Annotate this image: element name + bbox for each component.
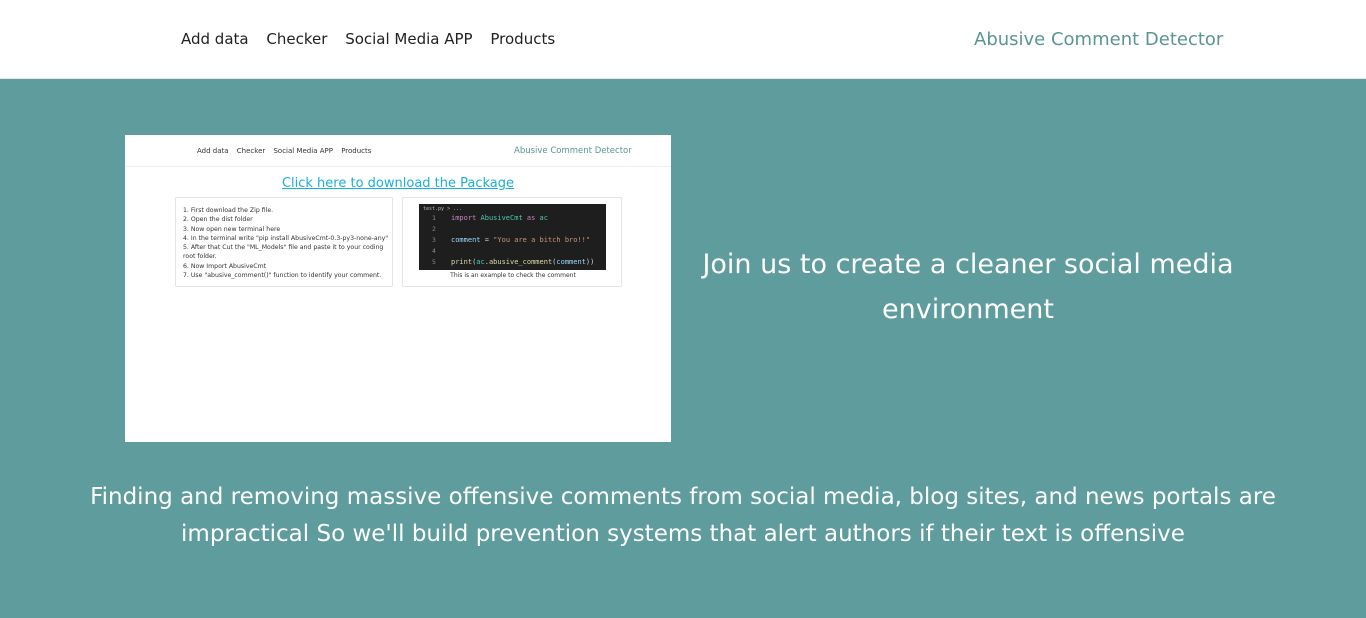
preview-nav-link: Products	[341, 147, 372, 155]
brand-link[interactable]: Abusive Comment Detector	[974, 29, 1223, 50]
preview-step: 6. Now Import AbusiveCmt	[183, 262, 267, 270]
preview-step: 7. Use "abusive_comment()" function to i…	[183, 272, 382, 280]
nav-links: Add data Checker Social Media APP Produc…	[181, 30, 568, 48]
preview-step: 1. First download the Zip file.	[183, 207, 274, 214]
line-number: 1	[432, 214, 436, 222]
nav-link-checker[interactable]: Checker	[266, 30, 327, 48]
top-navbar: Add data Checker Social Media APP Produc…	[0, 0, 1366, 79]
line-number: 5	[432, 258, 436, 266]
preview-code-caption: This is an example to check the comment	[450, 272, 576, 279]
preview-steps-card: 1. First download the Zip file. 2. Open …	[175, 197, 393, 287]
preview-nav-link: Social Media APP	[273, 147, 333, 155]
nav-link-products[interactable]: Products	[490, 30, 555, 48]
preview-download-link: Click here to download the Package	[281, 176, 515, 191]
preview-nav-link: Add data	[197, 147, 229, 155]
preview-nav-links: Add data Checker Social Media APP Produc…	[197, 147, 377, 155]
preview-step: 4. In the terminal write "pip install Ab…	[183, 234, 389, 242]
preview-step: 3. Now open new terminal here	[183, 225, 281, 233]
line-number: 3	[432, 236, 436, 244]
preview-code-card: test.py > ... 1 2 3 4 5 import AbusiveCm…	[402, 197, 622, 287]
nav-link-add-data[interactable]: Add data	[181, 30, 249, 48]
code-filename: test.py > ...	[423, 206, 463, 212]
preview-nav-link: Checker	[236, 147, 266, 155]
preview-brand: Abusive Comment Detector	[514, 146, 632, 156]
preview-navbar: Add data Checker Social Media APP Produc…	[125, 135, 671, 167]
hero-description: Finding and removing massive offensive c…	[90, 484, 1276, 547]
app-preview-image: Add data Checker Social Media APP Produc…	[125, 135, 671, 442]
line-number: 4	[432, 247, 436, 255]
hero-tagline: Join us to create a cleaner social media…	[702, 249, 1234, 325]
code-line-assign: comment = "You are a bitch bro!!"	[451, 236, 591, 244]
code-line-print: print(ac.abusive_comment(comment))	[451, 258, 595, 266]
code-example: test.py > ... 1 2 3 4 5 import AbusiveCm…	[419, 204, 606, 270]
preview-step: 5. After that Cut the "ML_Models" file a…	[183, 244, 386, 261]
preview-step: 2. Open the dist folder	[183, 216, 253, 224]
line-number: 2	[432, 225, 436, 233]
code-line-import: import AbusiveCmt as ac	[451, 214, 548, 222]
nav-link-social-media-app[interactable]: Social Media APP	[345, 30, 472, 48]
